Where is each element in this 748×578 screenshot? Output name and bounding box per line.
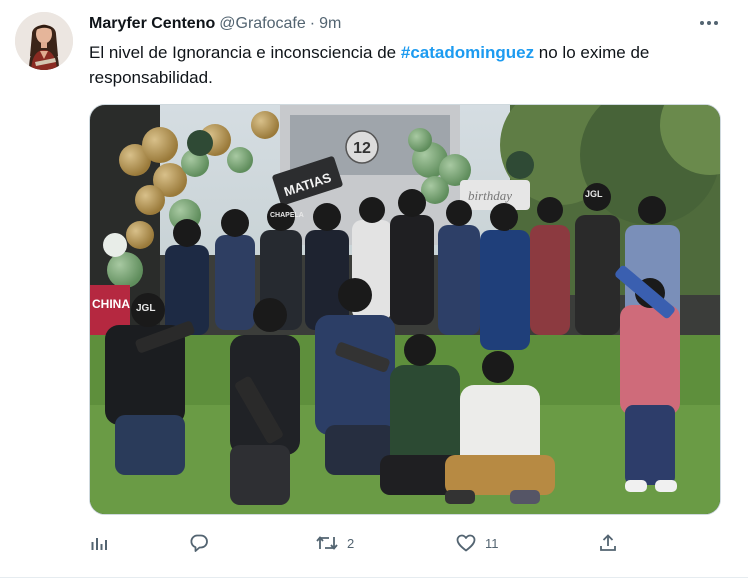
more-options-icon[interactable] <box>694 10 724 36</box>
photo-cap-text-front: JGL <box>136 303 155 314</box>
hashtag-link[interactable]: #catadominguez <box>401 43 534 62</box>
reply-icon <box>190 534 208 552</box>
tweet-photo[interactable]: MATIAS 12 birthday CHINA JGL CHAPELA JGL <box>89 104 721 515</box>
photo-birthday-text: birthday <box>468 188 512 203</box>
retweet-icon <box>316 536 338 550</box>
photo-number-badge: 12 <box>353 140 371 157</box>
tweet[interactable]: Maryfer Centeno @Grafocafe · 9m El nivel… <box>0 0 748 578</box>
like-button[interactable]: 11 <box>455 528 499 558</box>
avatar[interactable] <box>15 12 73 70</box>
tweet-timestamp[interactable]: 9m <box>319 15 341 33</box>
tweet-header: Maryfer Centeno @Grafocafe · 9m <box>89 13 341 35</box>
tweet-actions: 2 11 <box>89 528 629 558</box>
retweet-count: 2 <box>347 535 355 551</box>
tweet-text-before: El nivel de Ignorancia e inconsciencia d… <box>89 43 401 62</box>
retweet-button[interactable]: 2 <box>315 528 354 558</box>
reply-button[interactable] <box>188 528 210 558</box>
photo-cap-text-alt: CHAPELA <box>270 212 304 219</box>
views-button[interactable] <box>89 528 109 558</box>
like-count: 11 <box>485 535 499 551</box>
heart-icon <box>456 534 476 552</box>
photo-banner-text: CHINA <box>92 297 130 311</box>
author-name[interactable]: Maryfer Centeno <box>89 15 215 33</box>
author-handle[interactable]: @Grafocafe <box>219 15 306 33</box>
analytics-icon <box>91 538 107 550</box>
header-separator: · <box>309 15 316 32</box>
photo-cap-text-back: JGL <box>585 189 603 199</box>
share-button[interactable] <box>597 528 619 558</box>
tweet-text: El nivel de Ignorancia e inconsciencia d… <box>89 40 719 90</box>
share-icon <box>600 534 616 551</box>
